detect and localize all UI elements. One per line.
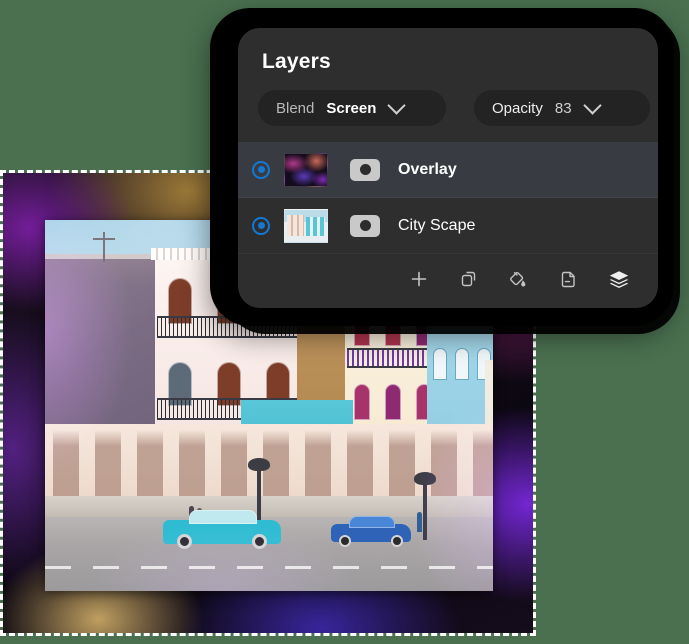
opacity-selector[interactable]: Opacity 83 [474,90,650,126]
photo-car-blue-cabin [348,516,396,528]
photo-car-cabin [188,509,258,525]
layer-mask-icon[interactable] [350,214,380,237]
paint-bucket-icon [510,271,526,287]
layers-toolbar [394,258,644,300]
layers-button[interactable] [608,268,630,290]
duplicate-icon [461,271,476,287]
layers-window-frame: Layers Blend Screen Opacity 83 Overlay C… [210,8,680,334]
photo-windows-lightblue [429,348,493,380]
plus-icon [411,271,427,287]
photo-pedestrian-3 [417,512,422,532]
blend-opacity-controls: Blend Screen Opacity 83 [238,74,658,140]
layer-name-city-scape: City Scape [398,216,476,234]
visibility-radio-icon[interactable] [252,160,270,179]
photo-balcony-rail-purple [347,348,439,368]
layers-stack-icon [609,271,629,288]
page-minus-icon [561,271,575,288]
chevron-down-icon [387,96,407,115]
opacity-label: Opacity [492,99,543,117]
fill-button[interactable] [508,268,530,290]
photo-car-wheel-rear [252,534,267,549]
photo-antenna [103,232,105,262]
layer-thumbnail-overlay[interactable] [284,152,328,187]
photo-windows-cream-2 [347,384,439,420]
photo-street-lamp-post-2 [423,478,427,540]
duplicate-layer-button[interactable] [458,268,480,290]
blend-mode-selector[interactable]: Blend Screen [258,90,446,126]
layers-panel: Layers Blend Screen Opacity 83 Overlay C… [238,28,658,308]
blend-value: Screen [326,99,377,117]
page-title: Layers [262,50,331,73]
photo-vintage-car-blue [331,516,411,547]
visibility-radio-icon[interactable] [252,216,270,235]
photo-street-lamp-head-2 [414,472,436,485]
layer-row-city-scape[interactable]: City Scape [238,198,658,254]
add-layer-button[interactable] [408,268,430,290]
photo-car-wheel-front [177,534,192,549]
photo-car-blue-wheel-front [339,535,351,547]
layer-name-overlay: Overlay [398,160,457,178]
blend-label: Blend [276,99,315,117]
layer-row-overlay[interactable]: Overlay [238,142,658,198]
photo-street-lamp-head [248,458,270,471]
photo-antenna-arm [93,238,115,240]
photo-vintage-car-turquoise [163,509,281,549]
photo-car-blue-wheel-rear [391,535,403,547]
chevron-down-icon [582,96,602,115]
layer-mask-icon[interactable] [350,158,380,181]
layer-thumbnail-city-scape[interactable] [284,208,328,243]
delete-layer-button[interactable] [558,268,580,290]
opacity-value: 83 [554,99,572,117]
photo-lane-markings [45,565,493,569]
layer-list: Overlay City Scape [238,142,658,254]
